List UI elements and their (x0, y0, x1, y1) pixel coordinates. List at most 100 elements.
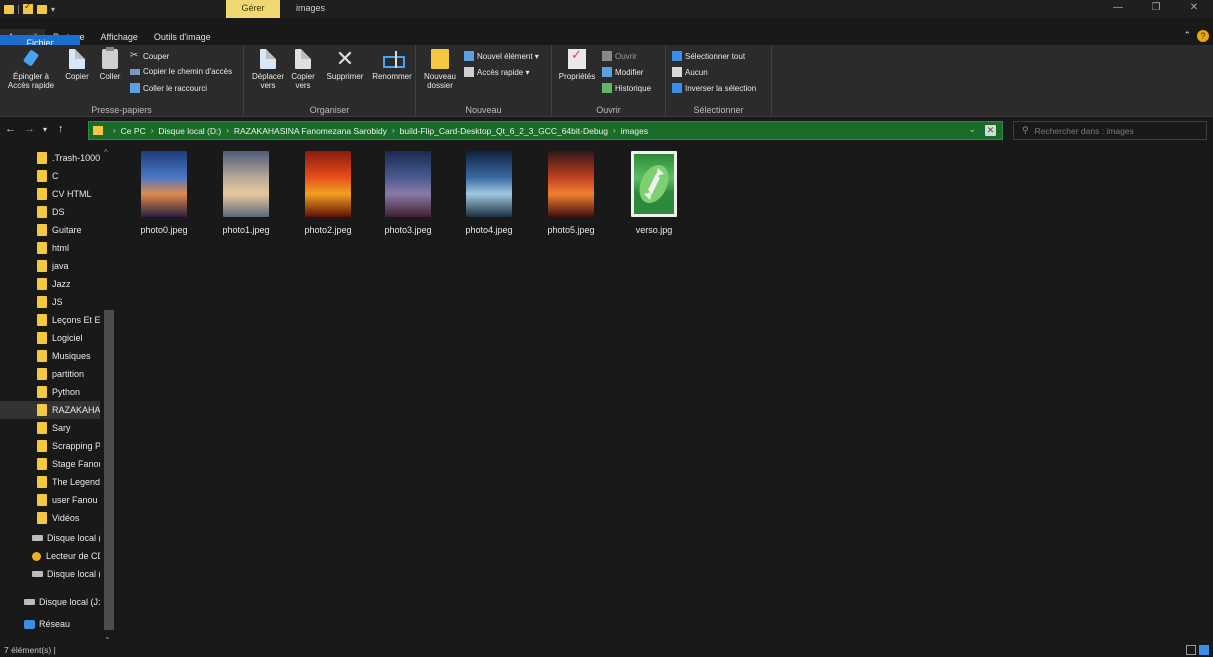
folder-icon (37, 332, 47, 344)
paste-button[interactable]: Coller (96, 47, 124, 81)
copy-path-button[interactable]: Copier le chemin d'accès (130, 67, 232, 76)
nav-folder[interactable]: Leçons Et Ex (0, 311, 100, 329)
tab-manage[interactable]: Gérer (226, 0, 280, 18)
file-item[interactable]: photo1.jpeg (206, 151, 286, 235)
new-folder-button[interactable]: Nouveau dossier (422, 49, 458, 90)
history-button[interactable]: Historique (602, 83, 651, 93)
clear-address-icon[interactable]: ✕ (985, 125, 996, 136)
details-view-icon[interactable] (1186, 645, 1196, 655)
maximize-button[interactable]: ❐ (1137, 0, 1175, 18)
nav-folder[interactable]: user Fanou (0, 491, 100, 509)
edit-icon (602, 67, 612, 77)
close-button[interactable]: ✕ (1175, 0, 1213, 18)
nav-label: Disque local (J:) (39, 597, 100, 607)
delete-button[interactable]: ✕ Supprimer (323, 48, 367, 82)
nav-folder[interactable]: Scrapping P (0, 437, 100, 455)
cut-button[interactable]: ✂ Couper (130, 51, 169, 61)
nav-folder[interactable]: partition (0, 365, 100, 383)
nav-network[interactable]: Réseau (0, 615, 100, 633)
open-button[interactable]: Ouvrir (602, 51, 637, 61)
address-dropdown-icon[interactable]: ⌄ (968, 124, 976, 135)
new-item-button[interactable]: Nouvel élément ▾ (464, 51, 539, 61)
move-to-button[interactable]: Déplacer vers (250, 49, 286, 90)
search-box[interactable]: ⚲ (1013, 121, 1207, 140)
nav-folder[interactable]: The Legend (0, 473, 100, 491)
nav-folder[interactable]: JS (0, 293, 100, 311)
nav-label: JS (52, 297, 63, 307)
select-all-button[interactable]: Sélectionner tout (672, 51, 745, 61)
file-item[interactable]: photo2.jpeg (288, 151, 368, 235)
customize-toolbar-icon[interactable]: ▾ (51, 5, 55, 14)
group-new: Nouveau dossier Nouvel élément ▾ Accès r… (416, 45, 552, 117)
nav-drive[interactable]: Disque local ( (0, 529, 100, 547)
new-folder-icon[interactable] (37, 4, 47, 14)
file-item[interactable]: photo0.jpeg (124, 151, 204, 235)
breadcrumb-user-folder[interactable]: RAZAKAHASINA Fanomezana Sarobidy (234, 126, 387, 136)
collapse-ribbon-icon[interactable]: ⌃ (1183, 30, 1191, 41)
breadcrumb-images[interactable]: images (621, 126, 648, 136)
search-input[interactable] (1034, 125, 1195, 136)
properties-icon[interactable] (23, 1, 33, 14)
cut-label: Couper (143, 51, 170, 61)
rename-button[interactable]: Renommer (370, 49, 414, 81)
nav-drive[interactable]: Disque local ( (0, 565, 100, 583)
file-item[interactable]: photo3.jpeg (368, 151, 448, 235)
nav-folder[interactable]: Vidéos (0, 509, 100, 527)
open-icon (602, 51, 612, 61)
scroll-up-icon[interactable]: ^ (104, 148, 108, 157)
nav-folder[interactable]: Stage Fanou (0, 455, 100, 473)
nav-label: CV HTML (52, 189, 92, 199)
edit-button[interactable]: Modifier (602, 67, 643, 77)
back-arrow-icon[interactable]: ← (5, 123, 16, 135)
properties-icon (568, 49, 586, 69)
nav-cd-drive[interactable]: Lecteur de CD (0, 547, 100, 565)
nav-folder[interactable]: DS (0, 203, 100, 221)
invert-selection-button[interactable]: Inverser la sélection (672, 83, 756, 93)
file-item[interactable]: photo4.jpeg (449, 151, 529, 235)
easy-access-button[interactable]: Accès rapide ▾ (464, 67, 529, 77)
pin-quick-access-button[interactable]: Épingler à Accès rapide (6, 49, 56, 90)
nav-scrollbar[interactable]: ^ ⌄ (103, 145, 115, 644)
nav-folder[interactable]: CV HTML (0, 185, 100, 203)
nav-folder-selected[interactable]: RAZAKAHAS (0, 401, 100, 419)
select-none-button[interactable]: Aucun (672, 67, 708, 77)
copy-button[interactable]: Copier (62, 49, 92, 81)
file-item[interactable]: photo5.jpeg (531, 151, 611, 235)
breadcrumb-build-folder[interactable]: build-Flip_Card-Desktop_Qt_6_2_3_GCC_64b… (400, 126, 608, 136)
copy-label: Copier (65, 72, 89, 81)
file-item[interactable]: verso.jpg (614, 151, 694, 235)
nav-folder[interactable]: html (0, 239, 100, 257)
properties-button[interactable]: Propriétés (556, 49, 598, 81)
nav-folder[interactable]: .Trash-1000 (0, 149, 100, 167)
nav-folder[interactable]: Logiciel (0, 329, 100, 347)
paste-shortcut-button[interactable]: Coller le raccourci (130, 83, 207, 93)
nav-label: partition (52, 369, 85, 379)
up-arrow-icon[interactable]: ↑ (58, 123, 64, 135)
tab-view[interactable]: Affichage (93, 29, 146, 45)
nav-folder[interactable]: Python (0, 383, 100, 401)
nav-folder[interactable]: Jazz (0, 275, 100, 293)
recent-locations-chevron-icon[interactable]: ▾ (43, 125, 47, 134)
address-bar[interactable]: › Ce PC › Disque local (D:) › RAZAKAHASI… (88, 121, 1003, 140)
folder-icon (37, 152, 47, 164)
minimize-button[interactable]: — (1099, 0, 1137, 18)
nav-drive[interactable]: Disque local (J:) (0, 593, 100, 611)
help-icon[interactable]: ? (1197, 30, 1209, 42)
tab-picture-tools[interactable]: Outils d'image (146, 29, 219, 45)
forward-arrow-icon[interactable]: → (24, 123, 35, 135)
window-controls: — ❐ ✕ (1099, 0, 1213, 18)
nav-label: Stage Fanou (52, 459, 100, 469)
nav-folder[interactable]: Guitare (0, 221, 100, 239)
nav-folder[interactable]: Musiques (0, 347, 100, 365)
scroll-thumb[interactable] (104, 310, 114, 630)
nav-folder[interactable]: Sary (0, 419, 100, 437)
nav-folder[interactable]: C (0, 167, 100, 185)
nav-label: Disque local ( (47, 569, 100, 579)
copy-to-button[interactable]: Copier vers (288, 49, 318, 90)
large-icons-view-icon[interactable] (1199, 645, 1209, 655)
breadcrumb-this-pc[interactable]: Ce PC (121, 126, 146, 136)
breadcrumb-drive-d[interactable]: Disque local (D:) (158, 126, 221, 136)
scroll-down-icon[interactable]: ⌄ (104, 632, 111, 641)
nav-folder[interactable]: java (0, 257, 100, 275)
folder-icon (37, 422, 47, 434)
